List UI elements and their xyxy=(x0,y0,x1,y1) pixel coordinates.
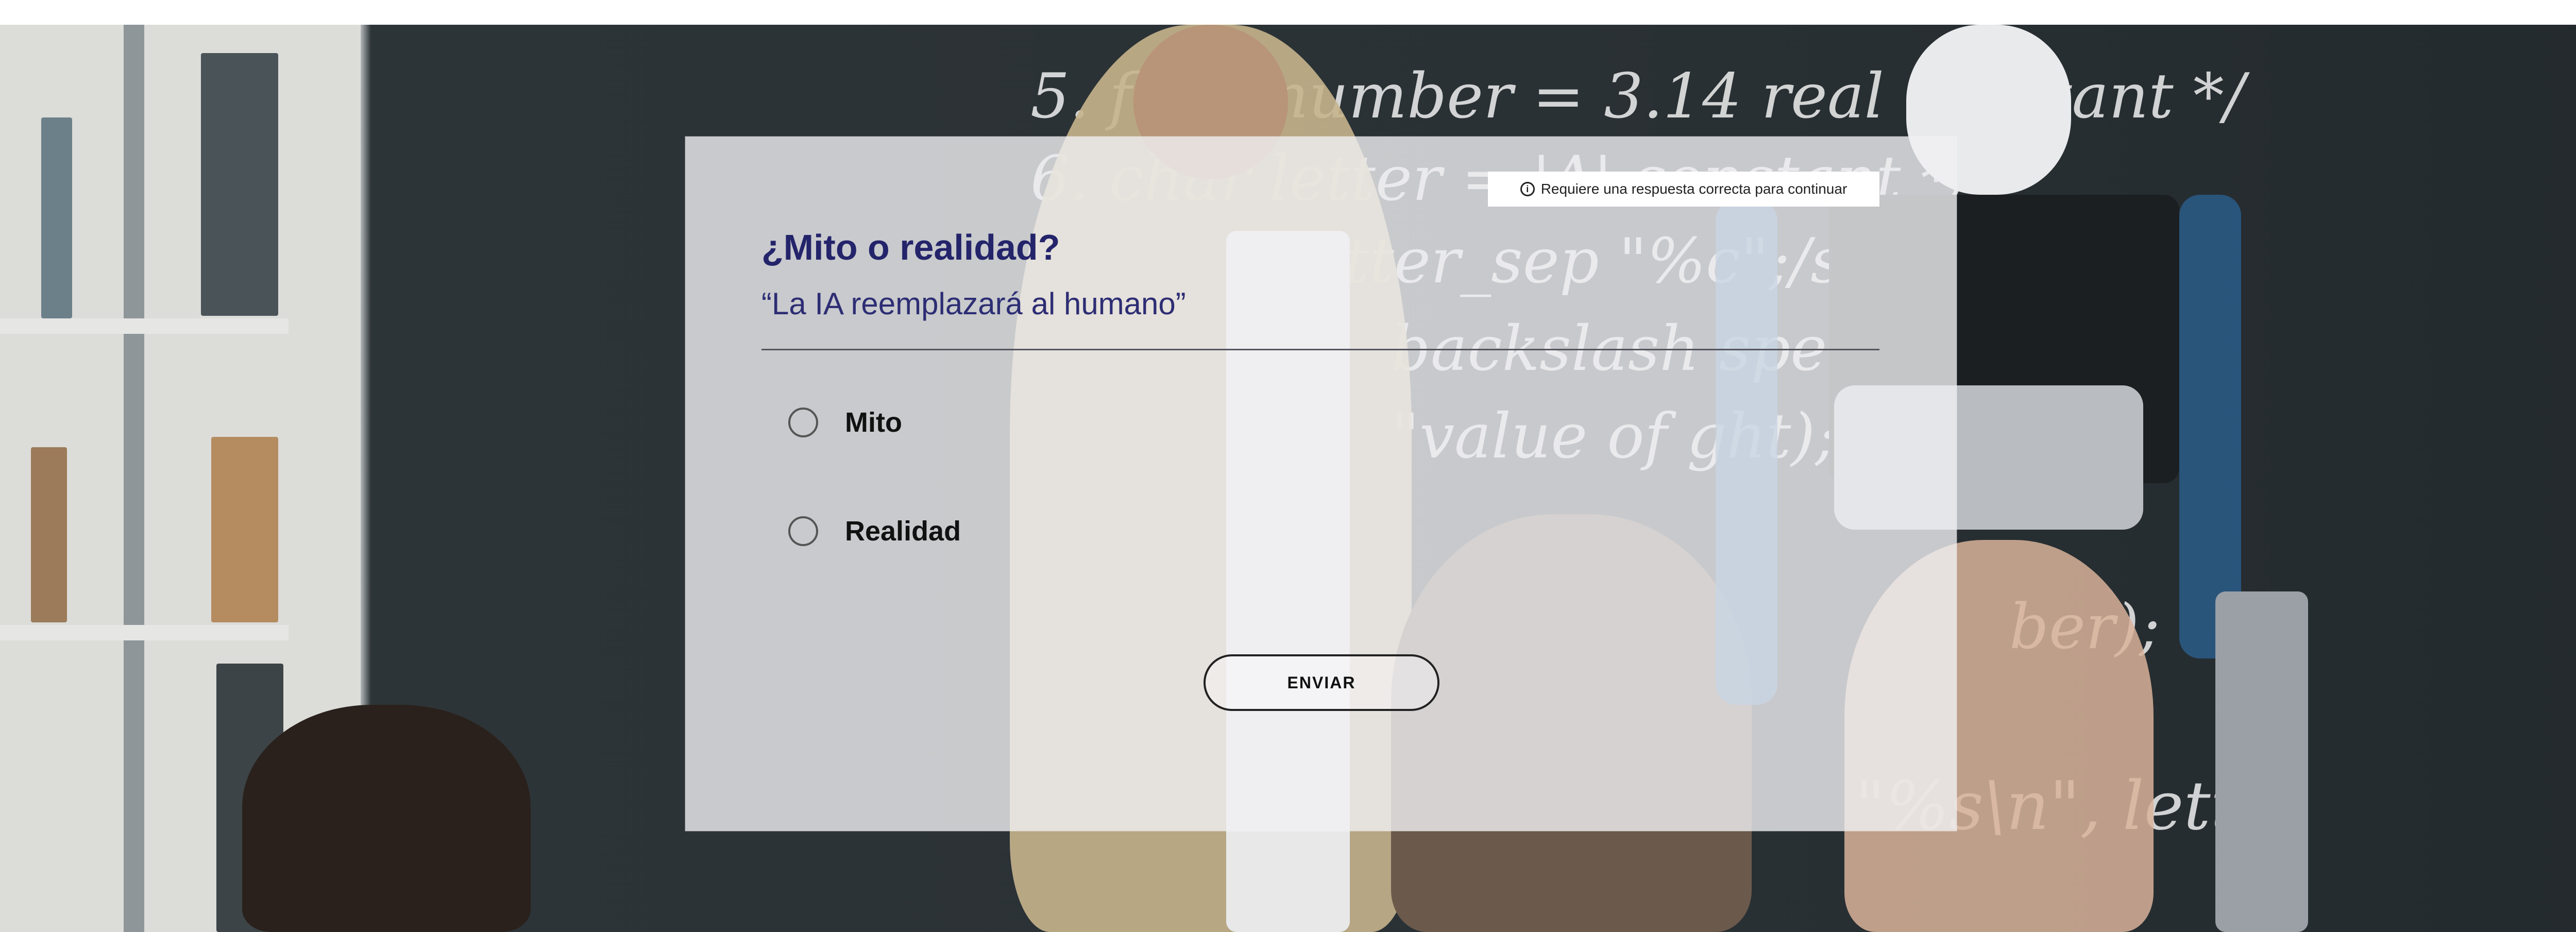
question-statement: “La IA reemplazará al humano” xyxy=(761,286,1186,321)
radio-button[interactable] xyxy=(788,408,818,437)
info-icon: i xyxy=(1520,182,1535,196)
requirement-notice-text: Requiere una respuesta correcta para con… xyxy=(1540,181,1848,197)
option-label: Mito xyxy=(845,407,902,438)
option-realidad[interactable]: Realidad xyxy=(788,515,961,547)
question-title: ¿Mito o realidad? xyxy=(761,227,1060,267)
submit-button[interactable]: ENVIAR xyxy=(1204,654,1439,711)
radio-button[interactable] xyxy=(788,516,818,546)
option-label: Realidad xyxy=(845,516,961,547)
requirement-notice: i Requiere una respuesta correcta para c… xyxy=(1488,172,1879,207)
option-mito[interactable]: Mito xyxy=(788,406,902,438)
divider xyxy=(761,349,1879,350)
